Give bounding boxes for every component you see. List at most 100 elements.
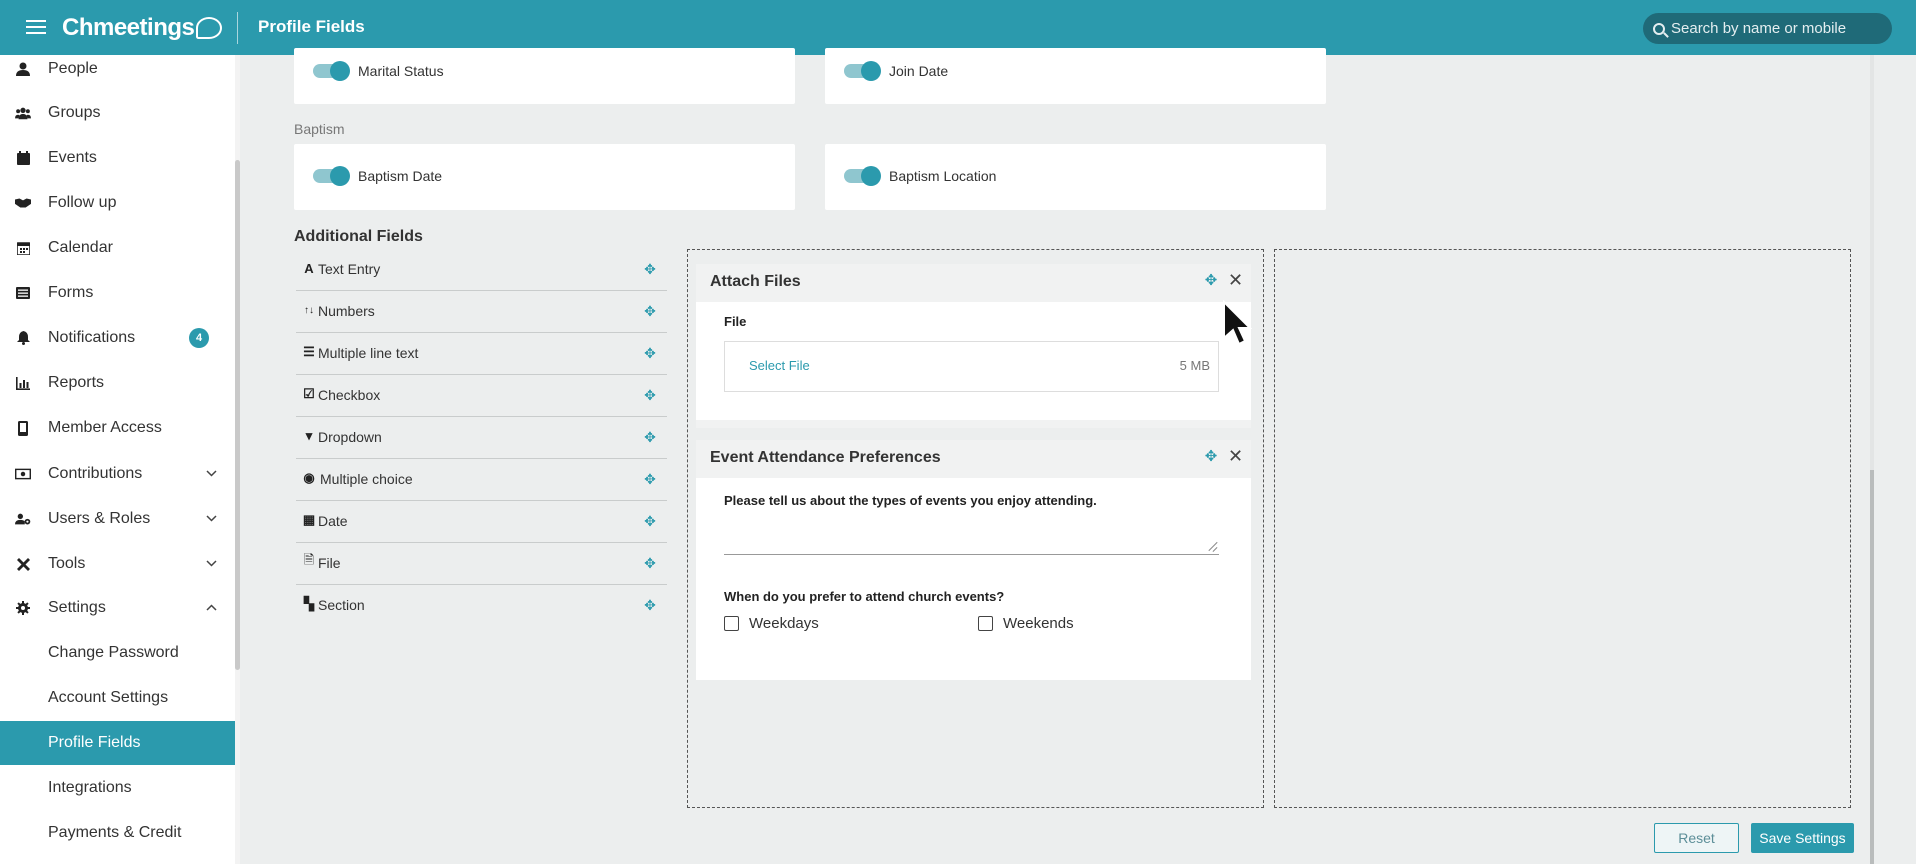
users-icon bbox=[15, 105, 31, 121]
move-icon[interactable]: ✥ bbox=[643, 598, 657, 612]
notification-count-badge: 4 bbox=[189, 328, 209, 348]
file-upload-box[interactable]: Select File 5 MB bbox=[724, 341, 1219, 392]
sidebar-item-payments-credit[interactable]: Payments & Credit bbox=[0, 811, 235, 855]
question-attend-when-label: When do you prefer to attend church even… bbox=[724, 589, 1005, 604]
sidebar-item-label: Notifications bbox=[48, 329, 136, 346]
menu-icon[interactable] bbox=[26, 17, 46, 37]
field-type-text-entry[interactable]: A Text Entry ✥ bbox=[296, 249, 667, 291]
save-settings-button[interactable]: Save Settings bbox=[1751, 823, 1854, 853]
sidebar-item-label: Forms bbox=[48, 284, 94, 301]
close-icon[interactable]: ✕ bbox=[1228, 447, 1243, 465]
move-icon[interactable]: ✥ bbox=[643, 556, 657, 570]
weekdays-option-label: Weekdays bbox=[749, 615, 819, 632]
sidebar-item-label: Profile Fields bbox=[48, 734, 141, 751]
sidebar-item-people[interactable]: People bbox=[0, 55, 235, 91]
file-size-limit: 5 MB bbox=[1179, 358, 1210, 373]
sidebar-item-groups[interactable]: Groups bbox=[0, 91, 235, 135]
field-type-section[interactable]: ▚ Section ✥ bbox=[296, 585, 667, 627]
sidebar-item-forms[interactable]: Forms bbox=[0, 271, 235, 315]
reset-button[interactable]: Reset bbox=[1654, 823, 1739, 853]
attach-files-card[interactable]: Attach Files ✥ ✕ File Select File 5 MB bbox=[696, 264, 1251, 428]
chevron-down-icon[interactable] bbox=[206, 513, 217, 525]
baptism-date-toggle[interactable] bbox=[313, 166, 351, 186]
sidebar-item-notifications[interactable]: Notifications 4 bbox=[0, 316, 235, 360]
sidebar-item-tools[interactable]: Tools bbox=[0, 542, 235, 586]
event-types-textarea[interactable] bbox=[724, 516, 1219, 555]
sidebar-item-member-access[interactable]: Member Access bbox=[0, 406, 235, 450]
sidebar-item-follow-up[interactable]: Follow up bbox=[0, 181, 235, 225]
sidebar-item-users-roles[interactable]: Users & Roles bbox=[0, 497, 235, 541]
radio-icon: ◉ bbox=[303, 470, 315, 485]
sidebar-item-label: Change Password bbox=[48, 644, 179, 661]
field-type-numbers[interactable]: ↑↓ Numbers ✥ bbox=[296, 291, 667, 333]
field-type-label: Dropdown bbox=[318, 429, 382, 445]
list-icon bbox=[15, 285, 31, 301]
field-type-label: Date bbox=[318, 513, 348, 529]
sidebar-item-label: Follow up bbox=[48, 194, 117, 211]
move-icon[interactable]: ✥ bbox=[1204, 273, 1218, 288]
weekdays-checkbox[interactable]: Weekdays bbox=[724, 615, 819, 632]
field-type-file[interactable]: 🗎 File ✥ bbox=[296, 543, 667, 585]
sidebar-item-label: Integrations bbox=[48, 779, 132, 796]
field-type-date[interactable]: ▦ Date ✥ bbox=[296, 501, 667, 543]
date-icon: ▦ bbox=[302, 512, 316, 527]
field-type-multiple-line-text[interactable]: ☰ Multiple line text ✥ bbox=[296, 333, 667, 375]
page-title: Profile Fields bbox=[258, 17, 365, 36]
select-file-link[interactable]: Select File bbox=[749, 358, 810, 373]
marital-status-toggle[interactable] bbox=[313, 61, 351, 81]
numbers-icon: ↑↓ bbox=[304, 304, 314, 316]
chevron-up-icon[interactable] bbox=[206, 602, 217, 614]
sidebar-item-label: Tools bbox=[48, 555, 86, 572]
move-icon[interactable]: ✥ bbox=[643, 262, 657, 276]
move-icon[interactable]: ✥ bbox=[643, 388, 657, 402]
sidebar-scrollbar-thumb[interactable] bbox=[235, 160, 240, 670]
sidebar-item-label: People bbox=[48, 60, 98, 77]
sidebar-item-label: Member Access bbox=[48, 419, 162, 436]
move-icon[interactable]: ✥ bbox=[643, 472, 657, 486]
search-input[interactable] bbox=[1671, 20, 1881, 37]
sidebar-item-change-password[interactable]: Change Password bbox=[0, 631, 235, 675]
form-column-right-dropzone[interactable] bbox=[1274, 249, 1851, 808]
question-event-types-label: Please tell us about the types of events… bbox=[724, 493, 1097, 508]
main-scrollbar-thumb[interactable] bbox=[1870, 470, 1874, 864]
sidebar-item-settings[interactable]: Settings bbox=[0, 586, 235, 630]
close-icon[interactable]: ✕ bbox=[1228, 271, 1243, 289]
field-type-checkbox[interactable]: ☑ Checkbox ✥ bbox=[296, 375, 667, 417]
sidebar-item-reports[interactable]: Reports bbox=[0, 361, 235, 405]
tools-icon bbox=[15, 556, 31, 572]
checkbox-box[interactable] bbox=[978, 616, 993, 631]
sidebar-item-contributions[interactable]: Contributions bbox=[0, 452, 235, 496]
join-date-card: Join Date bbox=[825, 48, 1326, 104]
baptism-date-label: Baptism Date bbox=[358, 168, 443, 184]
app-logo[interactable]: Chmeetings bbox=[62, 14, 223, 42]
sidebar-item-account-settings[interactable]: Account Settings bbox=[0, 676, 235, 720]
move-icon[interactable]: ✥ bbox=[643, 304, 657, 318]
search-box[interactable] bbox=[1643, 13, 1892, 44]
move-icon[interactable]: ✥ bbox=[643, 430, 657, 444]
baptism-location-toggle[interactable] bbox=[844, 166, 882, 186]
event-preferences-card[interactable]: Event Attendance Preferences ✥ ✕ Please … bbox=[696, 440, 1251, 680]
chevron-down-icon[interactable] bbox=[206, 558, 217, 570]
checkbox-icon: ☑ bbox=[303, 386, 315, 401]
join-date-toggle[interactable] bbox=[844, 61, 882, 81]
chevron-down-icon[interactable] bbox=[206, 468, 217, 480]
section-icon: ▚ bbox=[304, 596, 314, 611]
join-date-label: Join Date bbox=[889, 63, 949, 79]
sidebar-item-profile-fields[interactable]: Profile Fields bbox=[0, 721, 235, 765]
sidebar-item-integrations[interactable]: Integrations bbox=[0, 766, 235, 810]
move-icon[interactable]: ✥ bbox=[1204, 449, 1218, 464]
app-name: Chmeetings bbox=[62, 14, 195, 41]
resize-handle-icon[interactable] bbox=[1207, 541, 1217, 551]
field-type-label: Checkbox bbox=[318, 387, 381, 403]
additional-fields-heading: Additional Fields bbox=[294, 228, 423, 245]
search-icon bbox=[1653, 22, 1665, 35]
checkbox-box[interactable] bbox=[724, 616, 739, 631]
sidebar-item-events[interactable]: Events bbox=[0, 136, 235, 180]
sidebar-item-calendar[interactable]: Calendar bbox=[0, 226, 235, 270]
move-icon[interactable]: ✥ bbox=[643, 514, 657, 528]
move-icon[interactable]: ✥ bbox=[643, 346, 657, 360]
field-type-dropdown[interactable]: ▾ Dropdown ✥ bbox=[296, 417, 667, 459]
field-type-multiple-choice[interactable]: ◉ Multiple choice ✥ bbox=[296, 459, 667, 501]
baptism-date-card: Baptism Date bbox=[294, 144, 795, 210]
weekends-checkbox[interactable]: Weekends bbox=[978, 615, 1074, 632]
